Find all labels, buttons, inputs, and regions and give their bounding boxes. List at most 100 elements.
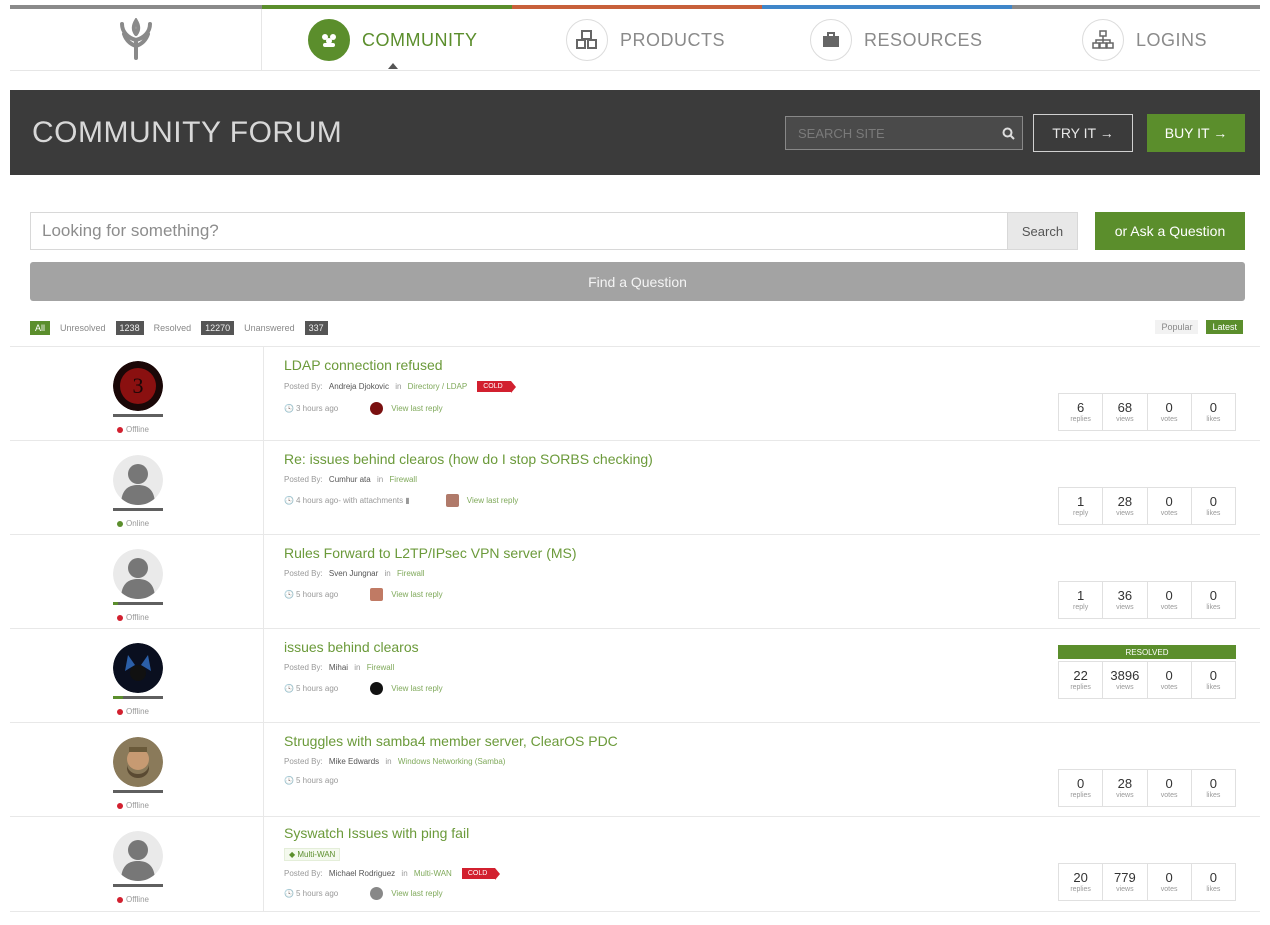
author-name[interactable]: Michael Rodriguez [329, 869, 395, 878]
author-name[interactable]: Sven Jungnar [329, 569, 378, 578]
thread-row: Offline Rules Forward to L2TP/IPsec VPN … [10, 534, 1260, 628]
thread-label-chip[interactable]: ◆ Multi-WAN [284, 848, 341, 861]
sort-popular[interactable]: Popular [1155, 320, 1199, 334]
thread-row: Offline Struggles with samba4 member ser… [10, 722, 1260, 816]
svg-text:3: 3 [133, 373, 144, 398]
avatar[interactable] [113, 737, 163, 787]
author-cell: Online [10, 441, 264, 534]
thread-stats: 6 replies 68 views 0 votes 0 likes [1058, 393, 1236, 431]
reputation-bar [113, 414, 163, 417]
question-search-input[interactable] [31, 213, 1007, 249]
sort-tabs: Popular Latest [1155, 320, 1243, 334]
category-link[interactable]: Multi-WAN [414, 869, 452, 878]
tag-icon: ◆ [289, 850, 296, 859]
filter-all[interactable]: All [30, 320, 51, 335]
avatar[interactable] [113, 831, 163, 881]
nav-community[interactable]: COMMUNITY [308, 9, 478, 71]
thread-stats: 22 replies 3896 views 0 votes 0 likes [1058, 661, 1236, 699]
resources-icon [810, 19, 852, 61]
ask-question-button[interactable]: or Ask a Question [1095, 212, 1245, 250]
clock-icon: 🕓 [284, 590, 294, 599]
author-cell: 3 Offline [10, 347, 264, 440]
category-link[interactable]: Firewall [389, 475, 417, 484]
thread-content: Struggles with samba4 member server, Cle… [284, 733, 1044, 785]
thread-title[interactable]: issues behind clearos [284, 639, 1044, 655]
clock-icon: 🕓 [284, 776, 294, 785]
filter-tabs: All Unresolved 1238 Resolved 12270 Unans… [30, 320, 328, 335]
reputation-bar [113, 790, 163, 793]
find-question-button[interactable]: Find a Question [30, 262, 1245, 301]
author-name[interactable]: Andreja Djokovic [329, 382, 389, 391]
nav-resources[interactable]: RESOURCES [810, 9, 983, 71]
last-reply-link[interactable]: View last reply [370, 588, 443, 601]
avatar[interactable] [113, 643, 163, 693]
thread-meta: Posted By: Michael Rodriguez in Multi-WA… [284, 868, 1044, 880]
thread-meta: Posted By: Mike Edwards in Windows Netwo… [284, 757, 506, 766]
avatar[interactable] [113, 455, 163, 505]
thread-time: 🕓 5 hours ago View last reply [284, 887, 443, 900]
products-icon [566, 19, 608, 61]
author-name[interactable]: Mike Edwards [329, 757, 379, 766]
resolved-badge: RESOLVED [1058, 645, 1236, 659]
sort-latest[interactable]: Latest [1206, 320, 1243, 334]
avatar[interactable] [113, 549, 163, 599]
thread-content: Re: issues behind clearos (how do I stop… [284, 451, 1044, 507]
thread-title[interactable]: LDAP connection refused [284, 357, 1044, 373]
site-search-input[interactable] [786, 125, 994, 141]
thread-row: Online Re: issues behind clearos (how do… [10, 440, 1260, 534]
forum-header: COMMUNITY FORUM TRY IT → BUY IT → [10, 90, 1260, 175]
category-link[interactable]: Directory / LDAP [408, 382, 468, 391]
search-icon[interactable] [994, 127, 1022, 140]
logins-icon [1082, 19, 1124, 61]
online-status: Offline [117, 425, 149, 434]
filter-unanswered[interactable]: Unanswered [239, 321, 300, 335]
online-status: Offline [117, 707, 149, 716]
filter-unresolved[interactable]: Unresolved [55, 321, 111, 335]
category-link[interactable]: Windows Networking (Samba) [398, 757, 506, 766]
thread-time: 🕓 4 hours ago - with attachments ▮ View l… [284, 494, 519, 507]
clock-icon: 🕓 [284, 404, 294, 413]
reputation-bar [113, 696, 163, 699]
avatar[interactable]: 3 [113, 361, 163, 411]
attachment-icon: ▮ [405, 496, 410, 505]
buy-it-button[interactable]: BUY IT → [1147, 114, 1245, 152]
try-it-button[interactable]: TRY IT → [1033, 114, 1133, 152]
thread-meta: Posted By: Cumhur ata in Firewall [284, 475, 417, 484]
thread-content: Rules Forward to L2TP/IPsec VPN server (… [284, 545, 1044, 601]
online-status: Online [117, 519, 149, 528]
reputation-bar [113, 602, 163, 605]
clock-icon: 🕓 [284, 684, 294, 693]
last-reply-link[interactable]: View last reply [370, 887, 443, 900]
nav-resources-label: RESOURCES [864, 29, 983, 50]
thread-stats: 1 reply 28 views 0 votes 0 likes [1058, 487, 1236, 525]
filter-resolved[interactable]: Resolved [149, 321, 197, 335]
thread-time: 🕓 3 hours ago View last reply [284, 402, 443, 415]
thread-title[interactable]: Re: issues behind clearos (how do I stop… [284, 451, 1044, 467]
author-cell: Offline [10, 723, 264, 816]
logo[interactable] [10, 9, 262, 71]
thread-list: 3 Offline LDAP connection refused Posted… [10, 346, 1260, 912]
avatar [370, 682, 384, 695]
count-badge: 1238 [115, 320, 144, 335]
nav-logins[interactable]: LOGINS [1082, 9, 1207, 71]
category-link[interactable]: Firewall [397, 569, 425, 578]
thread-row: 3 Offline LDAP connection refused Posted… [10, 346, 1260, 440]
last-reply-link[interactable]: View last reply [370, 682, 443, 695]
reputation-bar [113, 508, 163, 511]
author-cell: Offline [10, 629, 264, 722]
category-link[interactable]: Firewall [367, 663, 395, 672]
last-reply-link[interactable]: View last reply [370, 402, 443, 415]
author-name[interactable]: Cumhur ata [329, 475, 371, 484]
search-button[interactable]: Search [1007, 213, 1077, 249]
thread-title[interactable]: Rules Forward to L2TP/IPsec VPN server (… [284, 545, 1044, 561]
thread-stats: 0 replies 28 views 0 votes 0 likes [1058, 769, 1236, 807]
last-reply-link[interactable]: View last reply [445, 494, 518, 507]
nav-products[interactable]: PRODUCTS [566, 9, 725, 71]
thread-title[interactable]: Syswatch Issues with ping fail [284, 825, 1044, 841]
author-name[interactable]: Mihai [329, 663, 348, 672]
thread-title[interactable]: Struggles with samba4 member server, Cle… [284, 733, 1044, 749]
nav-community-label: COMMUNITY [362, 29, 478, 50]
status-tag: COLD [461, 868, 501, 880]
clock-icon: 🕓 [284, 496, 294, 505]
thread-meta: Posted By: Mihai in Firewall [284, 663, 395, 672]
